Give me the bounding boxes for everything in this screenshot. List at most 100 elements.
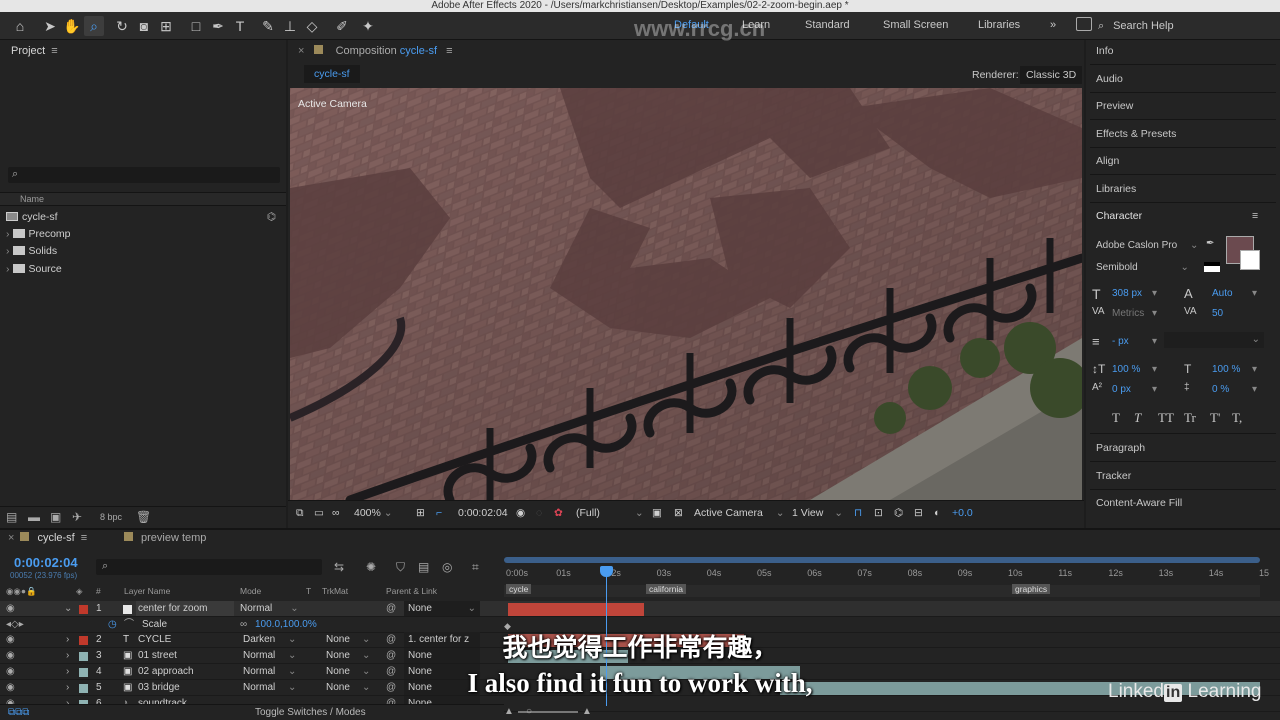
- audio-panel-tab[interactable]: Audio: [1096, 73, 1123, 85]
- font-size-value[interactable]: 308 px: [1112, 288, 1142, 299]
- eyedropper-icon[interactable]: ✒: [1206, 238, 1214, 249]
- vr-icon[interactable]: ∞: [332, 507, 340, 519]
- fast-preview-icon[interactable]: ▣: [652, 507, 662, 519]
- zoom-handle[interactable]: ○: [526, 706, 532, 717]
- column-parent[interactable]: Parent & Link: [386, 586, 437, 596]
- small-caps-button[interactable]: Tr: [1184, 410, 1196, 426]
- column-mode[interactable]: Mode: [240, 586, 261, 596]
- composition-viewer[interactable]: Active Camera: [290, 88, 1082, 500]
- toggle-pixel-aspect-icon[interactable]: ⊓: [854, 507, 862, 519]
- timeline-tab-cycle-sf[interactable]: × cycle-sf ≡: [8, 532, 87, 544]
- snapshot-icon[interactable]: ◉: [516, 507, 525, 519]
- render-queue-icon[interactable]: ✈: [72, 510, 82, 524]
- chevron-down-icon[interactable]: ▾: [1152, 384, 1157, 395]
- draft-3d-icon[interactable]: ✺: [366, 560, 376, 574]
- layer-switches-icon[interactable]: ⧉⧉⧉: [8, 707, 29, 718]
- superscript-button[interactable]: T': [1210, 410, 1220, 426]
- paragraph-panel-tab[interactable]: Paragraph: [1096, 442, 1145, 454]
- effects-presets-panel-tab[interactable]: Effects & Presets: [1096, 128, 1176, 140]
- character-panel-title[interactable]: Character: [1096, 210, 1142, 222]
- clone-stamp-tool-icon[interactable]: ⊥: [280, 16, 300, 36]
- chevron-down-icon[interactable]: ▾: [1152, 336, 1157, 347]
- column-trkmat[interactable]: TrkMat: [322, 586, 348, 596]
- hand-tool-icon[interactable]: ✋: [62, 16, 82, 36]
- pick-whip-icon[interactable]: @: [386, 601, 396, 616]
- workspace-libraries[interactable]: Libraries: [978, 19, 1020, 31]
- roto-brush-tool-icon[interactable]: ✐: [332, 16, 352, 36]
- project-item-cycle-sf[interactable]: cycle-sf ⌬: [6, 209, 276, 225]
- preview-panel-tab[interactable]: Preview: [1096, 100, 1133, 112]
- trash-icon[interactable]: 🗑: [136, 510, 151, 524]
- eye-icon[interactable]: ◉: [6, 601, 15, 616]
- shy-layers-icon[interactable]: ⛉: [396, 560, 405, 575]
- stroke-width-value[interactable]: - px: [1112, 336, 1129, 347]
- work-area-bar[interactable]: [504, 557, 1260, 563]
- grid-icon[interactable]: ⊞: [416, 507, 425, 519]
- info-panel-tab[interactable]: Info: [1096, 45, 1114, 57]
- chevron-right-icon[interactable]: ›: [6, 263, 10, 275]
- selection-tool-icon[interactable]: ➤: [40, 16, 60, 36]
- resolution-select[interactable]: (Full) ⌄: [576, 507, 644, 519]
- bpc-label[interactable]: 8 bpc: [100, 512, 122, 522]
- exposure-value[interactable]: +0.0: [952, 507, 973, 519]
- exposure-reset-icon[interactable]: ◐: [934, 507, 940, 519]
- timeline-search-input[interactable]: ⌕: [96, 559, 322, 575]
- panel-menu-icon[interactable]: ≡: [81, 532, 87, 544]
- timeline-tab-preview-temp[interactable]: preview temp: [124, 532, 206, 544]
- vertical-scale-value[interactable]: 100 %: [1112, 364, 1140, 375]
- home-icon[interactable]: ⌂: [10, 16, 30, 36]
- help-search[interactable]: ⌕ Search Help: [1098, 17, 1268, 35]
- font-family-select[interactable]: Adobe Caslon Pro ⌄: [1096, 240, 1198, 251]
- fit-icon[interactable]: ⊡: [874, 507, 883, 519]
- marker-cycle[interactable]: cycle: [506, 584, 532, 594]
- zoom-select[interactable]: 400% ⌄: [354, 507, 393, 519]
- flowchart-icon[interactable]: ⌬: [267, 209, 276, 225]
- all-caps-button[interactable]: TT: [1158, 410, 1174, 426]
- eraser-tool-icon[interactable]: ◇: [302, 16, 322, 36]
- current-time-display[interactable]: 0:00:02:04: [458, 507, 508, 519]
- lock-icon[interactable]: [313, 45, 323, 54]
- zoom-out-icon[interactable]: ▲: [504, 706, 514, 717]
- marker-california[interactable]: california: [646, 584, 687, 594]
- puppet-pin-tool-icon[interactable]: ✦: [358, 16, 378, 36]
- tsume-value[interactable]: 0 %: [1212, 384, 1229, 395]
- workspace-standard[interactable]: Standard: [805, 19, 850, 31]
- timeline-current-time[interactable]: 0:00:02:04: [14, 555, 78, 570]
- stroke-style-select[interactable]: ⌄: [1164, 332, 1264, 348]
- playhead-handle[interactable]: [600, 566, 613, 577]
- column-name[interactable]: Name: [20, 194, 44, 204]
- horizontal-scale-value[interactable]: 100 %: [1212, 364, 1240, 375]
- chevron-down-icon[interactable]: ▾: [1152, 308, 1157, 319]
- zoom-slider[interactable]: ▲ ○ ▲: [504, 706, 604, 718]
- leading-value[interactable]: Auto: [1212, 288, 1233, 299]
- parent-select[interactable]: None ⌄: [404, 601, 480, 616]
- camera-tool-icon[interactable]: ◙: [134, 16, 154, 36]
- set-to-black-white-icon[interactable]: [1204, 262, 1220, 272]
- view-layout-select[interactable]: 1 View ⌄: [792, 507, 843, 519]
- new-folder-icon[interactable]: ▬: [28, 510, 40, 524]
- close-icon[interactable]: ×: [8, 532, 14, 544]
- content-aware-fill-panel-tab[interactable]: Content-Aware Fill: [1096, 497, 1182, 509]
- frame-blending-icon[interactable]: ▤: [418, 560, 429, 574]
- chevron-down-icon[interactable]: ▾: [1252, 364, 1257, 375]
- column-t[interactable]: T: [306, 586, 311, 596]
- column-layer-name[interactable]: Layer Name: [124, 586, 170, 596]
- chevron-down-icon[interactable]: ▾: [1152, 364, 1157, 375]
- project-item-solids[interactable]: › Solids: [6, 243, 276, 259]
- av-features-icon[interactable]: ◉◉●🔒: [6, 586, 37, 597]
- 3d-draft-icon[interactable]: ⊟: [914, 507, 923, 519]
- interpret-footage-icon[interactable]: ▤: [6, 510, 17, 524]
- type-tool-icon[interactable]: T: [230, 16, 250, 36]
- camera-select[interactable]: Active Camera ⌄: [694, 507, 785, 519]
- stroke-color-swatch[interactable]: [1240, 250, 1260, 270]
- blend-mode-select[interactable]: Normal ⌄: [240, 601, 299, 616]
- project-item-source[interactable]: › Source: [6, 261, 276, 277]
- composition-subtab[interactable]: cycle-sf: [304, 65, 360, 83]
- composition-tab[interactable]: × Composition cycle-sf ≡: [298, 45, 453, 57]
- project-tab[interactable]: Project ≡: [11, 45, 58, 57]
- chevron-down-icon[interactable]: ⌄: [64, 601, 72, 616]
- chevron-down-icon[interactable]: ▾: [1252, 384, 1257, 395]
- region-of-interest-icon[interactable]: ⌐: [436, 507, 442, 519]
- subscript-button[interactable]: T,: [1232, 410, 1242, 426]
- toggle-switches-modes[interactable]: Toggle Switches / Modes: [255, 707, 366, 718]
